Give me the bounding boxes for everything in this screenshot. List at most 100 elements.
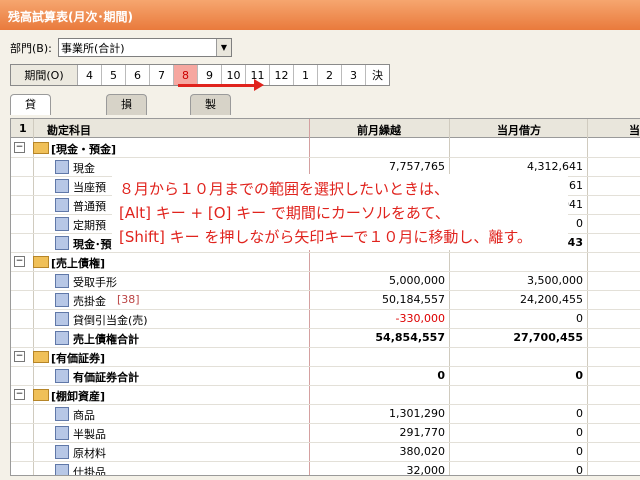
period-bar: 期間(O) 4 5 6 7 8 9 10 11 12 1 2 3 決 xyxy=(10,64,390,86)
table-row[interactable]: − [有価証券] xyxy=(11,347,640,367)
account-icon xyxy=(55,312,69,326)
grid-header: 1 勘定科目 前月繰越 当月借方 当 xyxy=(11,119,640,138)
account-icon xyxy=(55,160,69,174)
month-6[interactable]: 6 xyxy=(126,65,150,85)
period-label-button[interactable]: 期間(O) xyxy=(11,65,78,85)
tab-balance-sheet[interactable]: 貸借対照表 xyxy=(10,94,51,191)
account-icon xyxy=(55,369,69,383)
account-icon xyxy=(55,217,69,231)
month-12[interactable]: 12 xyxy=(270,65,294,85)
debit-cell: 0 xyxy=(576,426,583,439)
month-1[interactable]: 1 xyxy=(294,65,318,85)
tab-income-statement[interactable]: 損益計算書 xyxy=(106,94,147,191)
month-5[interactable]: 5 xyxy=(102,65,126,85)
account-name: 定期預 xyxy=(73,219,106,232)
collapse-icon[interactable]: − xyxy=(14,389,25,400)
prev-balance-header[interactable]: 前月繰越 xyxy=(357,122,401,138)
month-7[interactable]: 7 xyxy=(150,65,174,85)
department-value: 事業所(合計) xyxy=(61,42,125,55)
account-icon xyxy=(55,274,69,288)
folder-icon xyxy=(33,142,49,154)
table-row[interactable]: 原材料 380,020 0 xyxy=(11,442,640,462)
month-9[interactable]: 9 xyxy=(198,65,222,85)
debit-cell: 0 xyxy=(575,369,583,382)
folder-icon xyxy=(33,256,49,268)
arrow-head-icon xyxy=(254,79,264,91)
department-label: 部門(B): xyxy=(10,42,52,55)
table-row[interactable]: 売上債権合計 54,854,557 27,700,455 xyxy=(11,328,640,348)
debit-cell: 0 xyxy=(576,312,583,325)
account-name: 売上債権合計 xyxy=(73,333,139,346)
prev-balance-cell: 7,757,765 xyxy=(389,160,445,173)
table-row[interactable]: 売掛金 [38] 50,184,557 24,200,455 xyxy=(11,290,640,310)
tab-manufacturing-cost[interactable]: 製造原価報告書 xyxy=(190,94,231,231)
account-icon xyxy=(55,464,69,475)
folder-icon xyxy=(33,389,49,401)
table-row[interactable]: 有価証券合計 0 0 xyxy=(11,366,640,386)
account-name: 受取手形 xyxy=(73,276,117,289)
collapse-icon[interactable]: − xyxy=(14,142,25,153)
prev-balance-cell: 32,000 xyxy=(406,464,446,476)
table-row[interactable]: 貸倒引当金(売) -330,000 0 xyxy=(11,309,640,329)
month-10[interactable]: 10 xyxy=(222,65,246,85)
month-2[interactable]: 2 xyxy=(318,65,342,85)
row-number-header: 1 xyxy=(19,122,27,135)
note-line-1: ８月から１０月までの範囲を選択したいときは、 xyxy=(119,180,450,198)
dropdown-arrow-icon[interactable]: ▼ xyxy=(216,39,231,56)
department-select[interactable]: 事業所(合計) ▼ xyxy=(58,38,232,57)
collapse-icon[interactable]: − xyxy=(14,351,25,362)
prev-balance-cell: 5,000,000 xyxy=(389,274,445,287)
account-icon xyxy=(55,179,69,193)
debit-cell: 0 xyxy=(576,217,583,230)
prev-balance-cell: 54,854,557 xyxy=(375,331,445,344)
account-name: [棚卸資産] xyxy=(51,390,106,403)
table-row[interactable]: 受取手形 5,000,000 3,500,000 xyxy=(11,271,640,291)
debit-cell: 4,312,641 xyxy=(527,160,583,173)
account-name: 現金･預 xyxy=(73,238,112,251)
account-name: 普通預 xyxy=(73,200,106,213)
prev-balance-cell: 1,301,290 xyxy=(389,407,445,420)
debit-cell: 0 xyxy=(576,445,583,458)
account-icon xyxy=(55,331,69,345)
account-name: 商品 xyxy=(73,409,95,422)
table-row[interactable]: 半製品 291,770 0 xyxy=(11,423,640,443)
title-bar: 残高試算表(月次･期間) xyxy=(0,0,640,30)
trial-balance-grid: 1 勘定科目 前月繰越 当月借方 当 − [現金・預金] 現金 7,757,765 4,… xyxy=(10,118,640,476)
debit-cell: 24,200,455 xyxy=(520,293,583,306)
prev-balance-cell: -330,000 xyxy=(395,312,445,325)
account-name: 原材料 xyxy=(73,447,106,460)
account-name: 売掛金 xyxy=(73,295,106,308)
account-icon xyxy=(55,293,69,307)
note-line-2: [Alt] キー + [O] キー で期間にカーソルをあて、 xyxy=(119,204,450,222)
month-3[interactable]: 3 xyxy=(342,65,366,85)
prev-balance-cell: 380,020 xyxy=(399,445,446,458)
account-name: 有価証券合計 xyxy=(73,371,139,384)
account-name: [現金・預金] xyxy=(51,143,117,156)
table-row[interactable]: − [棚卸資産] xyxy=(11,385,640,405)
account-header[interactable]: 勘定科目 xyxy=(47,122,91,138)
month-4[interactable]: 4 xyxy=(78,65,102,85)
account-icon xyxy=(55,407,69,421)
month-settlement[interactable]: 決 xyxy=(366,65,389,85)
instruction-note: ８月から１０月までの範囲を選択したいときは、 [Alt] キー + [O] キー… xyxy=(112,174,568,250)
account-name: [有価証券] xyxy=(51,352,106,365)
prev-balance-cell: 0 xyxy=(437,369,445,382)
window-title: 残高試算表(月次･期間) xyxy=(8,10,133,24)
collapse-icon[interactable]: − xyxy=(14,256,25,267)
debit-header[interactable]: 当月借方 xyxy=(497,122,541,138)
debit-cell: 27,700,455 xyxy=(513,331,583,344)
debit-cell: 3,500,000 xyxy=(527,274,583,287)
account-name: 仕掛品 xyxy=(73,466,106,476)
table-row[interactable]: − [現金・預金] xyxy=(11,138,640,158)
note-line-3: [Shift] キー を押しながら矢印キーで１０月に移動し、離す。 xyxy=(119,228,532,246)
arrow-annotation xyxy=(178,84,256,87)
account-icon xyxy=(55,236,69,250)
table-row[interactable]: 仕掛品 32,000 0 xyxy=(11,461,640,476)
credit-header[interactable]: 当 xyxy=(629,122,640,138)
debit-cell: 0 xyxy=(576,464,583,476)
prev-balance-cell: 291,770 xyxy=(399,426,446,439)
month-8-selected[interactable]: 8 xyxy=(174,65,198,85)
table-row[interactable]: 商品 1,301,290 0 xyxy=(11,404,640,424)
table-row[interactable]: − [売上債権] xyxy=(11,252,640,272)
account-name: 当座預 xyxy=(73,181,106,194)
